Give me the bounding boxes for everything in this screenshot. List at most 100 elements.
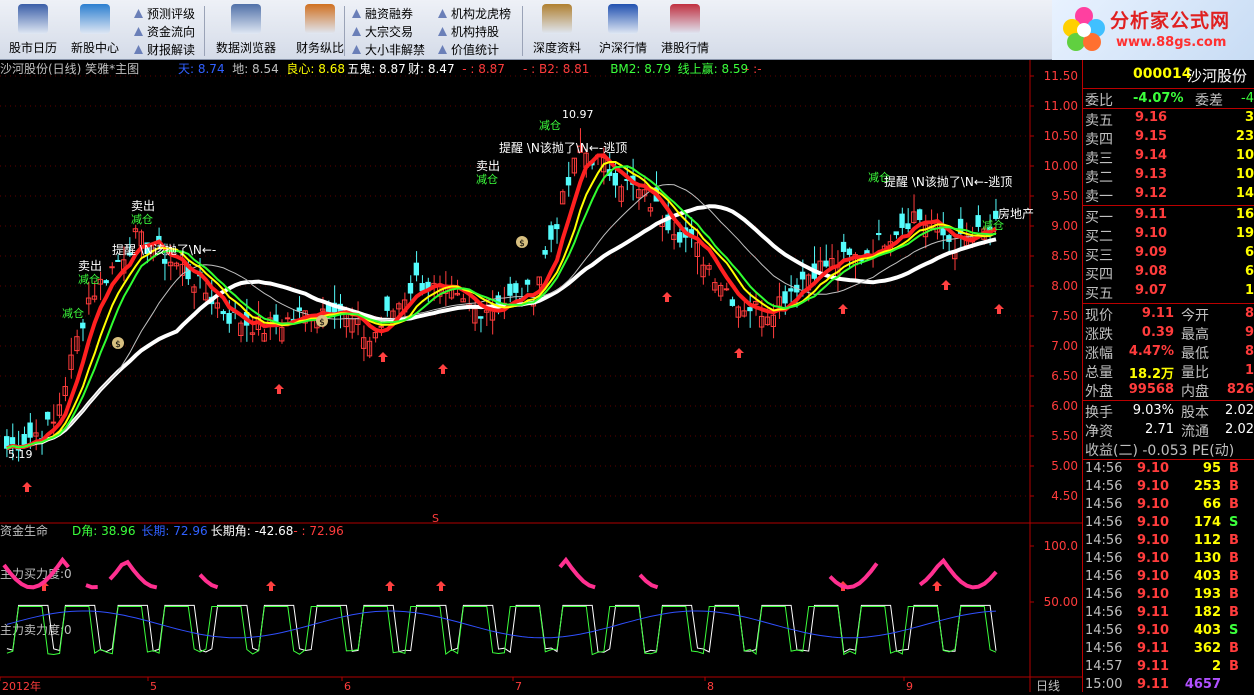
sell-label: 卖出: [78, 259, 102, 273]
tick-volume: 253: [1193, 479, 1221, 494]
ask-price: 9.16: [1135, 110, 1168, 125]
sub-scale-label: 100.0: [1044, 539, 1078, 553]
reduce-label: 减仓: [476, 172, 498, 186]
chart-title: 沙河股份(日线) 笑雅*主图: [0, 61, 139, 76]
panel-divider: [1083, 400, 1254, 401]
toolbar-btn-1[interactable]: 新股中心: [66, 2, 124, 58]
toolbar-link-1[interactable]: 资金流向: [134, 23, 195, 40]
bid-price: 9.09: [1135, 245, 1168, 260]
indicator-value: - : B2: 8.81: [523, 62, 589, 76]
toolbar-separator: [344, 6, 345, 56]
candle-body: [677, 232, 683, 243]
logo-title: 分析家公式网: [1110, 10, 1231, 32]
toolbar-link-8[interactable]: 价值统计: [438, 41, 499, 58]
tick-side: B: [1229, 497, 1239, 512]
tick-time: 14:56: [1085, 461, 1123, 476]
toolbar-btn-label: 数据浏览器: [215, 41, 276, 55]
ask-label: 卖二: [1085, 170, 1113, 186]
tick-volume: 362: [1193, 641, 1221, 656]
stat-label: 涨幅: [1085, 346, 1113, 362]
date-label: 6: [344, 680, 351, 692]
toolbar-btn-label: 港股行情: [660, 41, 709, 55]
ask-label: 卖五: [1085, 113, 1113, 129]
tick-price: 9.10: [1137, 533, 1170, 548]
hk-market-icon: [670, 4, 700, 34]
indicator-value: 财: 8.47: [408, 62, 455, 76]
toolbar-btn-4[interactable]: 深度资料: [528, 2, 586, 58]
price-label: 10.50: [1044, 129, 1078, 143]
toolbar-btn-3[interactable]: 财务纵比: [284, 2, 356, 58]
stock-code: 000014: [1133, 66, 1192, 82]
bid-label: 买一: [1085, 210, 1113, 226]
toolbar-link-label: 预测评级: [147, 7, 196, 21]
dollar-text: $: [519, 239, 525, 249]
price-label: 5.00: [1051, 459, 1078, 473]
bid-price: 9.07: [1135, 283, 1168, 298]
tick-side: S: [1229, 623, 1239, 638]
candle-body: [109, 266, 115, 269]
toolbar-link-5[interactable]: 大小非解禁: [352, 41, 425, 58]
date-label: 5: [150, 680, 157, 692]
candle-body: [507, 283, 513, 296]
toolbar-btn-label: 财务纵比: [295, 41, 344, 55]
candle-body: [115, 259, 121, 262]
indicator-value: 良心: 8.68: [286, 61, 345, 76]
stat-label: 最高: [1181, 327, 1209, 343]
candle-body: [524, 279, 531, 285]
candle-body: [747, 307, 753, 312]
tick-price: 9.11: [1137, 677, 1170, 692]
book-icon: [542, 4, 572, 34]
toolbar-btn-2[interactable]: 数据浏览器: [210, 2, 282, 58]
tick-time: 15:00: [1085, 677, 1123, 692]
toolbar-btn-6[interactable]: 港股行情: [656, 2, 714, 58]
stat-value: 1: [1244, 363, 1254, 378]
bid-volume: 1: [1244, 283, 1254, 298]
toolbar-link-7[interactable]: 机构持股: [438, 23, 499, 40]
price-label: 8.00: [1051, 279, 1078, 293]
reduce-label: 减仓: [62, 306, 84, 320]
candle-body: [788, 288, 794, 292]
weibi-label: 委比: [1085, 93, 1113, 109]
sub-scale-label: 50.00: [1044, 595, 1078, 609]
sell-label: 卖出: [131, 199, 155, 213]
toolbar-link-2[interactable]: 财报解读: [134, 41, 195, 58]
toolbar-btn-0[interactable]: 股市日历: [4, 2, 62, 58]
tick-volume: 403: [1193, 623, 1221, 638]
kline-chart[interactable]: 11.50 11.00 10.50 10.00 9.50 9.00 8.50 8.00 7.50…: [0, 60, 1082, 692]
tick-time: 14:56: [1085, 605, 1123, 620]
tick-volume: 2: [1211, 659, 1221, 674]
candle-body: [21, 433, 27, 445]
tick-side: B: [1229, 605, 1239, 620]
price-label: 6.50: [1051, 369, 1078, 383]
price-label: 7.00: [1051, 339, 1078, 353]
candle-body: [103, 280, 109, 284]
price-label: 7.50: [1051, 309, 1078, 323]
toolbar-link-0[interactable]: 预测评级: [134, 5, 195, 22]
panel-divider: [1083, 205, 1254, 206]
tick-side: B: [1229, 551, 1239, 566]
candle-body: [413, 262, 420, 276]
toolbar-link-4[interactable]: 大宗交易: [352, 23, 413, 40]
candle-body: [80, 322, 86, 329]
stat-value: 2.71: [1145, 422, 1174, 437]
stat-value: 2.02: [1225, 403, 1254, 418]
toolbar-link-6[interactable]: 机构龙虎榜: [438, 5, 511, 22]
bid-price: 9.11: [1135, 207, 1168, 222]
stat-value: 9: [1244, 325, 1254, 340]
candle-body: [782, 291, 788, 304]
date-label: 2012年: [2, 679, 41, 692]
candle-body: [478, 316, 484, 319]
tick-row: 14:56 9.10 403 S: [1083, 623, 1254, 641]
bid-volume: 6: [1244, 245, 1254, 260]
tick-row: 14:57 9.11 2 B: [1083, 659, 1254, 677]
tick-side: B: [1229, 461, 1239, 476]
candle-body: [9, 437, 16, 445]
tick-volume: 403: [1193, 569, 1221, 584]
low-price-label: 5.19: [8, 448, 33, 461]
toolbar-btn-5[interactable]: 沪深行情: [594, 2, 652, 58]
stat-label: 流通: [1181, 424, 1209, 440]
panel-divider: [1083, 303, 1254, 304]
candle-body: [44, 411, 51, 420]
period-label: 日线: [1036, 679, 1060, 692]
toolbar-link-3[interactable]: 融资融券: [352, 5, 413, 22]
